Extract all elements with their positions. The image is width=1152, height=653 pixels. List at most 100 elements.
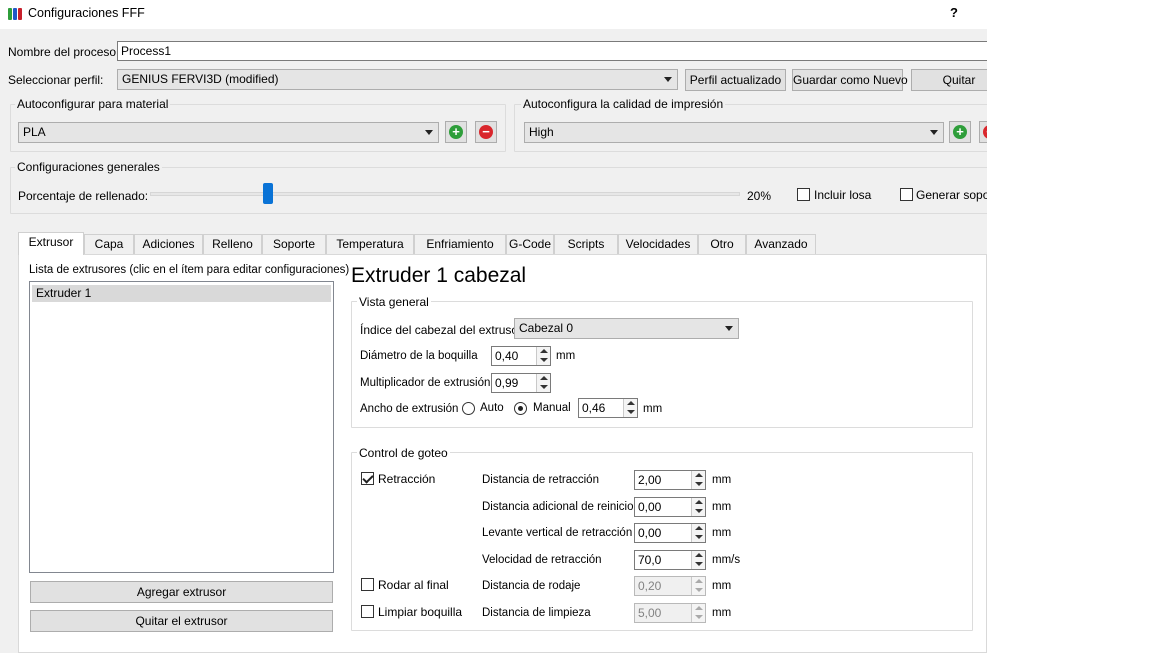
retraction-label: Retracción [378, 472, 436, 486]
remove-profile-button[interactable]: Quitar [911, 69, 987, 91]
spin-arrows-icon[interactable] [691, 498, 705, 516]
tab-otro[interactable]: Otro [698, 234, 746, 255]
nozzle-diameter-spinbox[interactable]: 0,40 [491, 346, 551, 366]
tab-relleno[interactable]: Relleno [203, 234, 262, 255]
ooze-row-label: Levante vertical de retracción [482, 527, 633, 539]
spin-arrows-icon[interactable] [623, 399, 637, 417]
retraction-vertical-lift-spinbox[interactable]: 0,00 [634, 523, 706, 543]
add-quality-button[interactable]: + [949, 121, 971, 143]
ooze-row-label: Distancia de retracción [482, 474, 599, 486]
window-title: Configuraciones FFF [28, 6, 145, 20]
extrusion-width-spinbox[interactable]: 0,46 [578, 398, 638, 418]
material-select[interactable]: PLA [18, 122, 439, 143]
extrusion-width-auto-radio[interactable] [462, 402, 475, 415]
chevron-down-icon [725, 326, 733, 331]
overview-group-title: Vista general [357, 295, 431, 309]
ooze-row-unit: mm/s [712, 554, 741, 566]
quality-select-value: High [529, 125, 554, 139]
chevron-down-icon [930, 130, 938, 135]
material-select-value: PLA [23, 125, 46, 139]
process-name-input[interactable]: Process1 [117, 41, 987, 61]
spin-arrows-icon[interactable] [691, 551, 705, 569]
profile-update-button[interactable]: Perfil actualizado [685, 69, 786, 91]
quality-select[interactable]: High [524, 122, 944, 143]
process-name-label: Nombre del proceso: [8, 45, 120, 59]
plus-icon: + [449, 125, 463, 139]
support-checkbox[interactable] [900, 188, 913, 201]
wipe-checkbox[interactable] [361, 605, 374, 618]
infill-slider-track[interactable] [150, 192, 740, 196]
extrusion-width-value: 0,46 [582, 401, 606, 415]
quality-group-title: Autoconfigura la calidad de impresión [521, 97, 726, 111]
retraction-speed-spinbox[interactable]: 70,0 [634, 550, 706, 570]
nozzle-diameter-value: 0,40 [495, 349, 519, 363]
infill-value: 20% [747, 189, 772, 203]
infill-label: Porcentaje de rellenado: [18, 189, 149, 203]
tab-capa[interactable]: Capa [84, 234, 134, 255]
spin-arrows-icon[interactable] [691, 524, 705, 542]
nozzle-index-select[interactable]: Cabezal 0 [514, 318, 739, 339]
spin-arrows-icon[interactable] [691, 577, 705, 595]
tab-adiciones[interactable]: Adiciones [134, 234, 203, 255]
title-bar: Configuraciones FFF ? [0, 0, 987, 29]
spin-arrows-icon[interactable] [536, 347, 550, 365]
ooze-row-unit: mm [712, 580, 732, 592]
coast-distance-spinbox[interactable]: 0,20 [634, 576, 706, 596]
general-settings-title: Configuraciones generales [15, 160, 162, 174]
remove-extruder-button[interactable]: Quitar el extrusor [30, 610, 333, 632]
app-icon [8, 7, 22, 21]
add-extruder-button[interactable]: Agregar extrusor [30, 581, 333, 603]
tab-velocidades[interactable]: Velocidades [618, 234, 698, 255]
fff-settings-window: Configuraciones FFF ? Nombre del proceso… [0, 0, 987, 653]
extrusion-multiplier-spinbox[interactable]: 0,99 [491, 373, 551, 393]
extrusion-width-unit: mm [643, 403, 663, 415]
wipe-distance-spinbox[interactable]: 5,00 [634, 603, 706, 623]
extra-restart-distance-spinbox[interactable]: 0,00 [634, 497, 706, 517]
extrusion-width-manual-radio[interactable] [514, 402, 527, 415]
extruder-heading: Extruder 1 cabezal [351, 264, 527, 287]
tab-gcode[interactable]: G-Code [506, 234, 554, 255]
tab-soporte[interactable]: Soporte [262, 234, 326, 255]
tab-enfriamiento[interactable]: Enfriamiento [414, 234, 506, 255]
add-material-button[interactable]: + [445, 121, 467, 143]
nozzle-diameter-unit: mm [556, 350, 576, 362]
raft-checkbox[interactable] [797, 188, 810, 201]
extrusion-width-label: Ancho de extrusión [360, 403, 459, 415]
support-label: Generar sopor [916, 188, 987, 202]
spin-arrows-icon[interactable] [536, 374, 550, 392]
profile-label: Seleccionar perfil: [8, 73, 104, 87]
extrusion-multiplier-label: Multiplicador de extrusión [360, 377, 491, 389]
ooze-row-unit: mm [712, 474, 732, 486]
tab-extrusor[interactable]: Extrusor [18, 232, 84, 255]
tab-temperatura[interactable]: Temperatura [326, 234, 414, 255]
extrusion-multiplier-value: 0,99 [495, 376, 519, 390]
save-as-new-button[interactable]: Guardar como Nuevo [792, 69, 908, 91]
profile-select-value: GENIUS FERVI3D (modified) [122, 72, 279, 86]
tab-scripts[interactable]: Scripts [554, 234, 618, 255]
ooze-row-unit: mm [712, 527, 732, 539]
list-item[interactable]: Extruder 1 [32, 285, 331, 302]
remove-quality-button[interactable]: − [979, 121, 987, 143]
ooze-row-label: Velocidad de retracción [482, 554, 602, 566]
coast-checkbox[interactable] [361, 578, 374, 591]
retraction-distance-spinbox[interactable]: 2,00 [634, 470, 706, 490]
minus-icon: − [479, 125, 493, 139]
ooze-row-value: 0,00 [638, 526, 662, 540]
infill-slider-handle[interactable] [263, 183, 273, 204]
spin-arrows-icon[interactable] [691, 471, 705, 489]
ooze-row-unit: mm [712, 501, 732, 513]
spin-arrows-icon[interactable] [691, 604, 705, 622]
nozzle-index-label: Índice del cabezal del extrusor [360, 323, 523, 337]
help-button[interactable]: ? [950, 5, 958, 20]
ooze-row-label: Distancia de limpieza [482, 607, 591, 619]
retraction-checkbox[interactable] [361, 472, 374, 485]
tab-avanzado[interactable]: Avanzado [746, 234, 816, 255]
remove-material-button[interactable]: − [475, 121, 497, 143]
profile-select[interactable]: GENIUS FERVI3D (modified) [117, 69, 678, 90]
ooze-row-label: Distancia adicional de reinicio [482, 501, 634, 513]
nozzle-diameter-label: Diámetro de la boquilla [360, 350, 478, 362]
coast-label: Rodar al final [378, 578, 449, 592]
extrusion-width-manual-label: Manual [533, 402, 571, 414]
raft-label: Incluir losa [814, 188, 872, 202]
material-group-title: Autoconfigurar para material [15, 97, 171, 111]
